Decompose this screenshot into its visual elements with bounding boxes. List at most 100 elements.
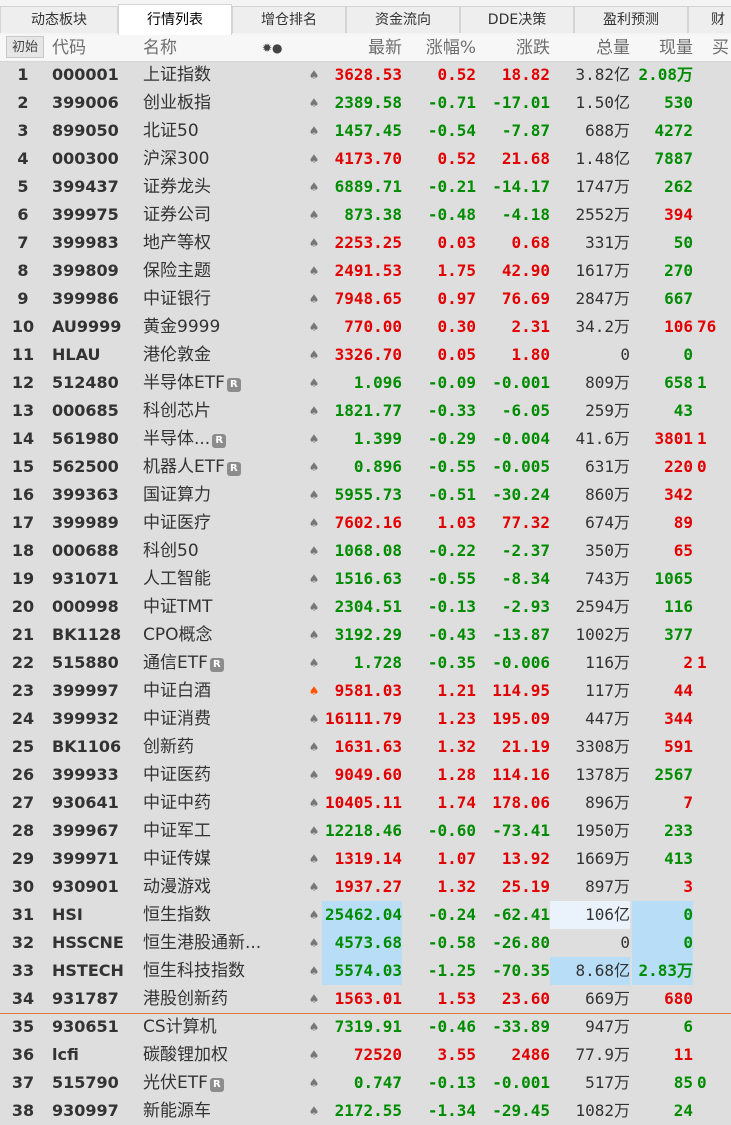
bell-icon[interactable]: ♠	[306, 61, 322, 89]
tab-profit-forecast[interactable]: 盈利预测	[574, 6, 688, 33]
table-row[interactable]: 10 AU9999 黄金9999 ♠ 770.00 0.30 2.31 34.2万 106 76	[0, 313, 731, 341]
bell-icon[interactable]: ♠	[306, 761, 322, 789]
table-row[interactable]: 7 399983 地产等权 ♠ 2253.25 0.03 0.68 331万 50	[0, 229, 731, 257]
bell-icon[interactable]: ♠	[306, 229, 322, 257]
table-row[interactable]: 30 930901 动漫游戏 ♠ 1937.27 1.32 25.19 897万 3	[0, 873, 731, 901]
bell-icon[interactable]: ♠	[306, 145, 322, 173]
table-row[interactable]: 8 399809 保险主题 ♠ 2491.53 1.75 42.90 1617万 270	[0, 257, 731, 285]
table-row[interactable]: 26 399933 中证医药 ♠ 9049.60 1.28 114.16 1378万 2567	[0, 761, 731, 789]
table-row[interactable]: 27 930641 中证中药 ♠ 10405.11 1.74 178.06 896万 7	[0, 789, 731, 817]
bell-icon[interactable]: ♠	[306, 789, 322, 817]
bell-icon[interactable]: ♠	[306, 89, 322, 117]
bell-icon[interactable]: ♠	[306, 845, 322, 873]
bell-icon[interactable]: ♠	[306, 425, 322, 453]
bell-icon[interactable]: ♠	[306, 957, 322, 985]
table-row[interactable]: 14 561980 半导体... R ♠ 1.399 -0.29 -0.004 41.6万 380…	[0, 425, 731, 453]
table-row[interactable]: 3 899050 北证50 ♠ 1457.45 -0.54 -7.87 688万 4272	[0, 117, 731, 145]
col-current[interactable]: 现量	[632, 35, 693, 61]
bell-icon[interactable]: ♠	[306, 453, 322, 481]
col-code[interactable]: 代码	[52, 35, 86, 61]
table-row[interactable]: 2 399006 创业板指 ♠ 2389.58 -0.71 -17.01 1.50亿 530	[0, 89, 731, 117]
bell-icon[interactable]: ♠	[306, 1069, 322, 1097]
table-row[interactable]: 16 399363 国证算力 ♠ 5955.73 -0.51 -30.24 860万 342	[0, 481, 731, 509]
bell-icon[interactable]: ♠	[306, 257, 322, 285]
bell-icon[interactable]: ♠	[306, 285, 322, 313]
table-row[interactable]: 29 399971 中证传媒 ♠ 1319.14 1.07 13.92 1669万 413	[0, 845, 731, 873]
bell-icon[interactable]: ♠	[306, 117, 322, 145]
bell-icon[interactable]: ♠	[306, 173, 322, 201]
table-row[interactable]: 11 HLAU 港伦敦金 ♠ 3326.70 0.05 1.80 0 0	[0, 341, 731, 369]
bell-icon[interactable]: ♠	[306, 1041, 322, 1069]
bell-icon[interactable]: ♠	[306, 817, 322, 845]
bell-icon[interactable]: ♠	[306, 509, 322, 537]
table-row[interactable]: 35 930651 CS计算机 ♠ 7319.91 -0.46 -33.89 947万 6	[0, 1013, 731, 1041]
bell-icon[interactable]: ♠	[306, 649, 322, 677]
bell-icon[interactable]: ♠	[306, 733, 322, 761]
bell-icon[interactable]: ♠	[306, 873, 322, 901]
bell-icon[interactable]: ♠	[306, 313, 322, 341]
change-percent: -0.22	[427, 541, 476, 560]
table-row[interactable]: 1 000001 上证指数 ♠ 3628.53 0.52 18.82 3.82亿 2.08万	[0, 61, 731, 89]
tab-quote-list[interactable]: 行情列表	[118, 4, 232, 35]
table-row[interactable]: 37 515790 光伏ETF R ♠ 0.747 -0.13 -0.001 517万 85 0	[0, 1069, 731, 1097]
bell-icon[interactable]: ♠	[306, 369, 322, 397]
table-row[interactable]: 25 BK1106 创新药 ♠ 1631.63 1.32 21.19 3308万 591	[0, 733, 731, 761]
bell-icon[interactable]: ♠	[306, 201, 322, 229]
col-volume[interactable]: 总量	[550, 35, 630, 61]
bell-icon[interactable]: ♠	[306, 397, 322, 425]
bell-icon[interactable]: ♠	[306, 593, 322, 621]
bell-icon[interactable]: ♠	[306, 929, 322, 957]
table-row[interactable]: 22515880通信ETFR⬍♠1.728-0.35-0.006116万21	[0, 649, 731, 677]
bell-icon[interactable]: ♠	[306, 1097, 322, 1125]
table-row[interactable]: 5 399437 证券龙头 ♠ 6889.71 -0.21 -14.17 1747万 262	[0, 173, 731, 201]
init-sort-button[interactable]: 初始	[6, 36, 44, 58]
bell-icon[interactable]: ♠	[306, 677, 322, 705]
table-row[interactable]: 28 399967 中证军工 ♠ 12218.46 -0.60 -73.41 1950万 233	[0, 817, 731, 845]
bell-icon[interactable]: ♠	[306, 537, 322, 565]
table-row[interactable]: 38 930997 新能源车 ♠ 2172.55 -1.34 -29.45 1082万 24	[0, 1097, 731, 1125]
tab-dde-decision[interactable]: DDE决策	[460, 6, 574, 33]
table-row[interactable]: 32 HSSCNE 恒生港股通新... ♠ 4573.68 -0.58 -26.80 0 0	[0, 929, 731, 957]
table-row[interactable]: 23 399997 中证白酒 ♠ 9581.03 1.21 114.95 117万 44	[0, 677, 731, 705]
table-row[interactable]: 9 399986 中证银行 ♠ 7948.65 0.97 76.69 2847万 667	[0, 285, 731, 313]
bell-icon[interactable]: ♠	[306, 985, 322, 1013]
tab-dynamic-sector[interactable]: 动态板块	[0, 6, 118, 33]
tab-fund-flow[interactable]: 资金流向	[346, 6, 460, 33]
table-row[interactable]: 19 931071 人工智能 ♠ 1516.63 -0.55 -8.34 743万 1065	[0, 565, 731, 593]
bell-icon[interactable]: ♠	[306, 901, 322, 929]
col-last[interactable]: 最新	[322, 35, 402, 61]
col-name[interactable]: 名称	[143, 35, 177, 61]
table-row[interactable]: 33 HSTECH 恒生科技指数 ♠ 5574.03 -1.25 -70.35 8.68亿 2.…	[0, 957, 731, 985]
table-row[interactable]: 21 BK1128 CPO概念 ♠ 3192.29 -0.43 -13.87 1002万 377	[0, 621, 731, 649]
table-row[interactable]: 34 931787 港股创新药 ♠ 1563.01 1.53 23.60 669万 680	[0, 985, 731, 1013]
col-pct[interactable]: 涨幅%	[404, 35, 476, 61]
bell-icon[interactable]: ♠	[306, 621, 322, 649]
settings-dots-icon[interactable]: ✹●	[262, 35, 283, 61]
table-row[interactable]: 15562500机器人ETFR⬍♠0.896-0.55-0.005631万220…	[0, 453, 731, 481]
bell-icon[interactable]: ♠	[306, 341, 322, 369]
security-code: 399933	[52, 765, 119, 784]
table-row[interactable]: 12 512480 半导体ETF R ♠ 1.096 -0.09 -0.001 809万 658 1	[0, 369, 731, 397]
change-value: -0.004	[492, 429, 550, 448]
table-row[interactable]: 13 000685 科创芯片 ♠ 1821.77 -0.33 -6.05 259万 43	[0, 397, 731, 425]
col-bid[interactable]: 买	[712, 35, 729, 61]
table-row[interactable]: 17 399989 中证医疗 ♠ 7602.16 1.03 77.32 674万 89	[0, 509, 731, 537]
bell-icon[interactable]: ♠	[306, 481, 322, 509]
col-change[interactable]: 涨跌	[476, 35, 550, 61]
table-row[interactable]: 6 399975 证券公司 ♠ 873.38 -0.48 -4.18 2552万 394	[0, 201, 731, 229]
bell-icon[interactable]: ♠	[306, 1013, 322, 1041]
tab-position-ranking[interactable]: 增仓排名	[232, 6, 346, 33]
security-code: 515790	[52, 1073, 119, 1092]
table-row[interactable]: 4 000300 沪深300 ♠ 4173.70 0.52 21.68 1.48亿 7887	[0, 145, 731, 173]
security-name-text: 恒生科技指数	[143, 961, 245, 981]
table-row[interactable]: 31 HSI 恒生指数 ♠ 25462.04 -0.24 -62.41 106亿 0	[0, 901, 731, 929]
bell-icon[interactable]: ♠	[306, 705, 322, 733]
table-row[interactable]: 18 000688 科创50 ♠ 1068.08 -0.22 -2.37 350万 65	[0, 537, 731, 565]
table-row[interactable]: 24 399932 中证消费 ♠ 16111.79 1.23 195.09 447万 344	[0, 705, 731, 733]
bell-icon[interactable]: ♠	[306, 565, 322, 593]
table-row[interactable]: 36 lcfi 碳酸锂加权 ♠ 72520 3.55 2486 77.9万 11	[0, 1041, 731, 1069]
tab-finance[interactable]: 财	[688, 6, 731, 33]
security-name-text: 机器人ETF	[143, 457, 225, 477]
security-name-text: 国证算力	[143, 485, 211, 505]
table-row[interactable]: 20 000998 中证TMT ♠ 2304.51 -0.13 -2.93 2594万 116	[0, 593, 731, 621]
